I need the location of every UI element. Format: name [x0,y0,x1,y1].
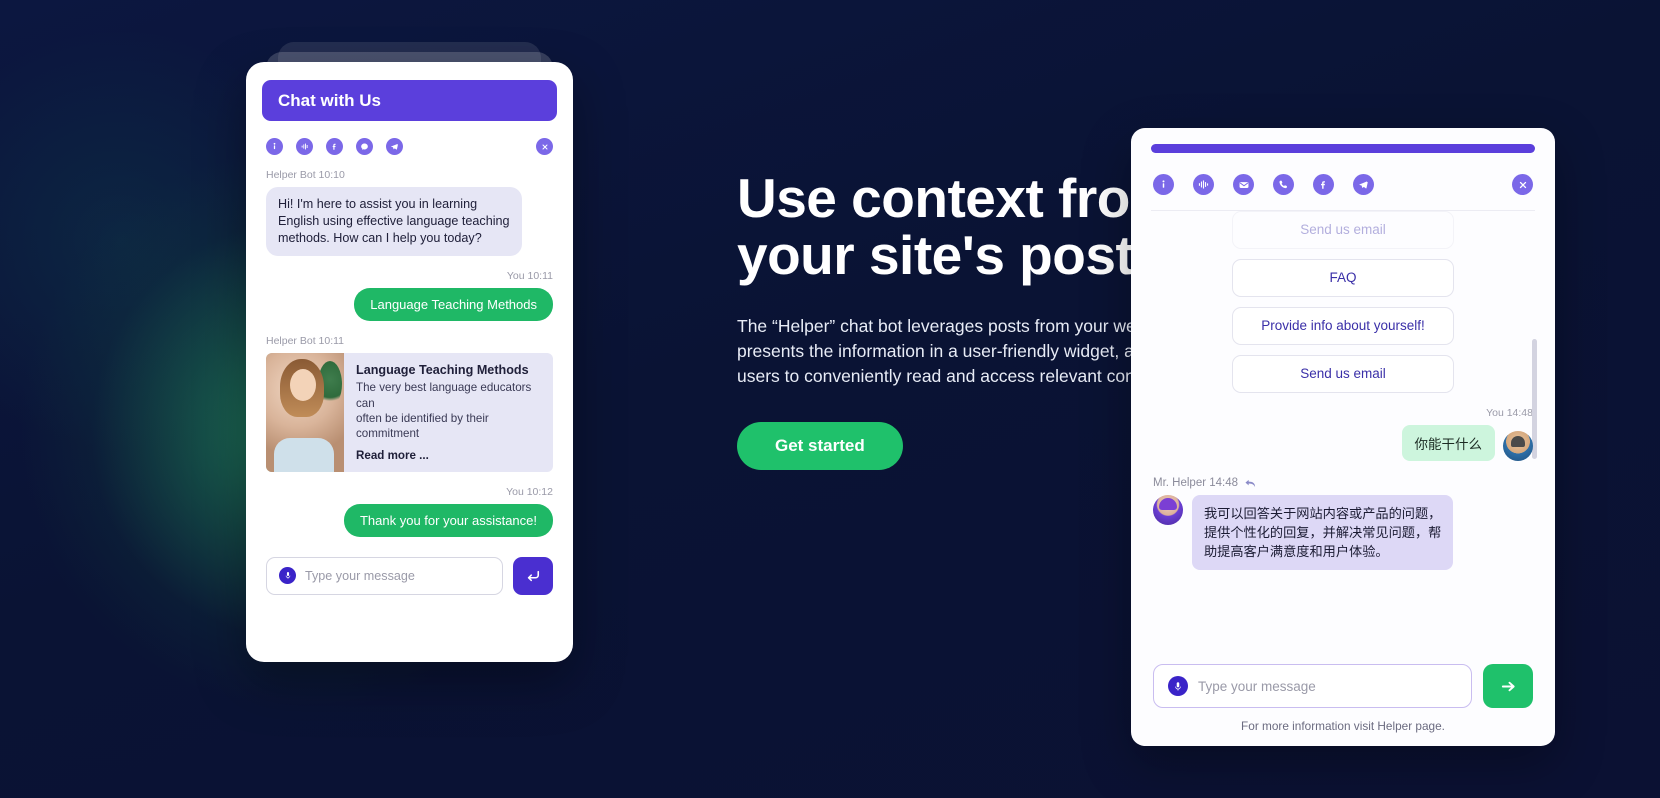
widget-footer: For more information visit Helper page. [1241,719,1445,733]
right-input-row [1149,664,1537,708]
telegram-icon[interactable] [1353,174,1374,195]
left-message-list: Helper Bot 10:10 Hi! I'm here to assist … [262,169,557,537]
message-meta: You 10:11 [506,270,553,283]
post-card-text: The very best language educators can oft… [356,381,532,441]
send-button[interactable] [513,556,553,595]
left-widget-header: Chat with Us [262,80,557,121]
close-icon[interactable] [536,138,553,155]
post-thumbnail [266,353,344,472]
quick-reply-button[interactable]: Send us email [1232,211,1454,249]
right-widget-header-bar [1151,144,1535,153]
avatar-body [274,437,334,472]
message-user-2: You 10:12 Thank you for your assistance! [266,486,553,537]
messenger-icon[interactable] [356,138,373,155]
reply-arrow-icon[interactable] [1244,478,1257,489]
left-widget-icon-row [262,138,557,155]
bot-message-bubble: 我可以回答关于网站内容或产品的问题， 提供个性化的回复，并解决常见问题，帮 助提… [1192,495,1454,571]
post-card-content: Language Teaching Methods The very best … [344,353,553,472]
email-icon[interactable] [1233,174,1254,195]
read-more-link[interactable]: Read more ... [356,449,541,462]
message-meta: Mr. Helper 14:48 [1153,477,1239,489]
right-message-input-wrap[interactable] [1153,664,1472,708]
message-meta: Helper Bot 10:10 [266,169,345,181]
message-bot-card: Helper Bot 10:11 Language Teaching Metho… [266,335,553,472]
message-user-1: You 10:11 Language Teaching Methods [266,270,553,322]
info-icon[interactable] [266,138,283,155]
bot-message-bubble: Hi! I'm here to assist you in learning E… [266,187,522,257]
info-icon[interactable] [1153,174,1174,195]
post-card-title: Language Teaching Methods [356,363,529,378]
left-widget-card: Chat with Us Helper Bot 10:10 Hi! I'm he… [246,62,573,662]
message-meta: You 14:48 [1486,407,1533,419]
user-message-bubble: 你能干什么 [1401,425,1495,461]
get-started-button[interactable]: Get started [737,421,903,470]
post-card[interactable]: Language Teaching Methods The very best … [266,353,553,472]
right-widget-icon-row [1149,174,1537,195]
phone-icon[interactable] [1273,174,1294,195]
page-root: Use context from your site's posts The “… [0,0,1660,798]
right-chat-widget: Send us email FAQ Provide info about you… [1131,128,1555,746]
audio-wave-icon[interactable] [1193,174,1214,195]
telegram-icon[interactable] [386,138,403,155]
message-input[interactable] [1198,678,1457,694]
message-bot-1: Helper Bot 10:10 Hi! I'm here to assist … [266,169,553,257]
close-icon[interactable] [1512,174,1533,195]
right-bot-message: Mr. Helper 14:48 我可以回答关于网站内容或产品的问题， 提供个性… [1153,477,1533,571]
scrollbar-thumb[interactable] [1532,339,1537,459]
left-message-input-wrap[interactable] [266,556,503,595]
microphone-icon[interactable] [279,567,296,585]
audio-wave-icon[interactable] [296,138,313,155]
microphone-icon[interactable] [1168,676,1188,696]
send-button[interactable] [1483,664,1533,708]
user-message-bubble: Thank you for your assistance! [343,503,553,537]
bot-avatar [1153,495,1183,525]
quick-reply-button[interactable]: FAQ [1232,259,1454,297]
user-message-bubble: Language Teaching Methods [354,288,553,322]
facebook-icon[interactable] [326,138,343,155]
message-meta: Helper Bot 10:11 [266,335,345,348]
message-meta-row: Mr. Helper 14:48 [1153,477,1533,489]
left-widget-title: Chat with Us [278,90,381,110]
right-message-list: Send us email FAQ Provide info about you… [1149,211,1537,654]
message-meta: You 10:12 [506,485,553,498]
left-input-row [262,556,557,595]
message-input[interactable] [305,568,490,583]
quick-reply-button[interactable]: Provide info about yourself! [1232,307,1454,345]
left-chat-widget: Chat with Us Helper Bot 10:10 Hi! I'm he… [246,42,573,662]
facebook-icon[interactable] [1313,174,1334,195]
quick-reply-button[interactable]: Send us email [1232,355,1454,393]
right-user-message: You 14:48 你能干什么 [1153,407,1533,461]
user-avatar [1503,431,1533,461]
